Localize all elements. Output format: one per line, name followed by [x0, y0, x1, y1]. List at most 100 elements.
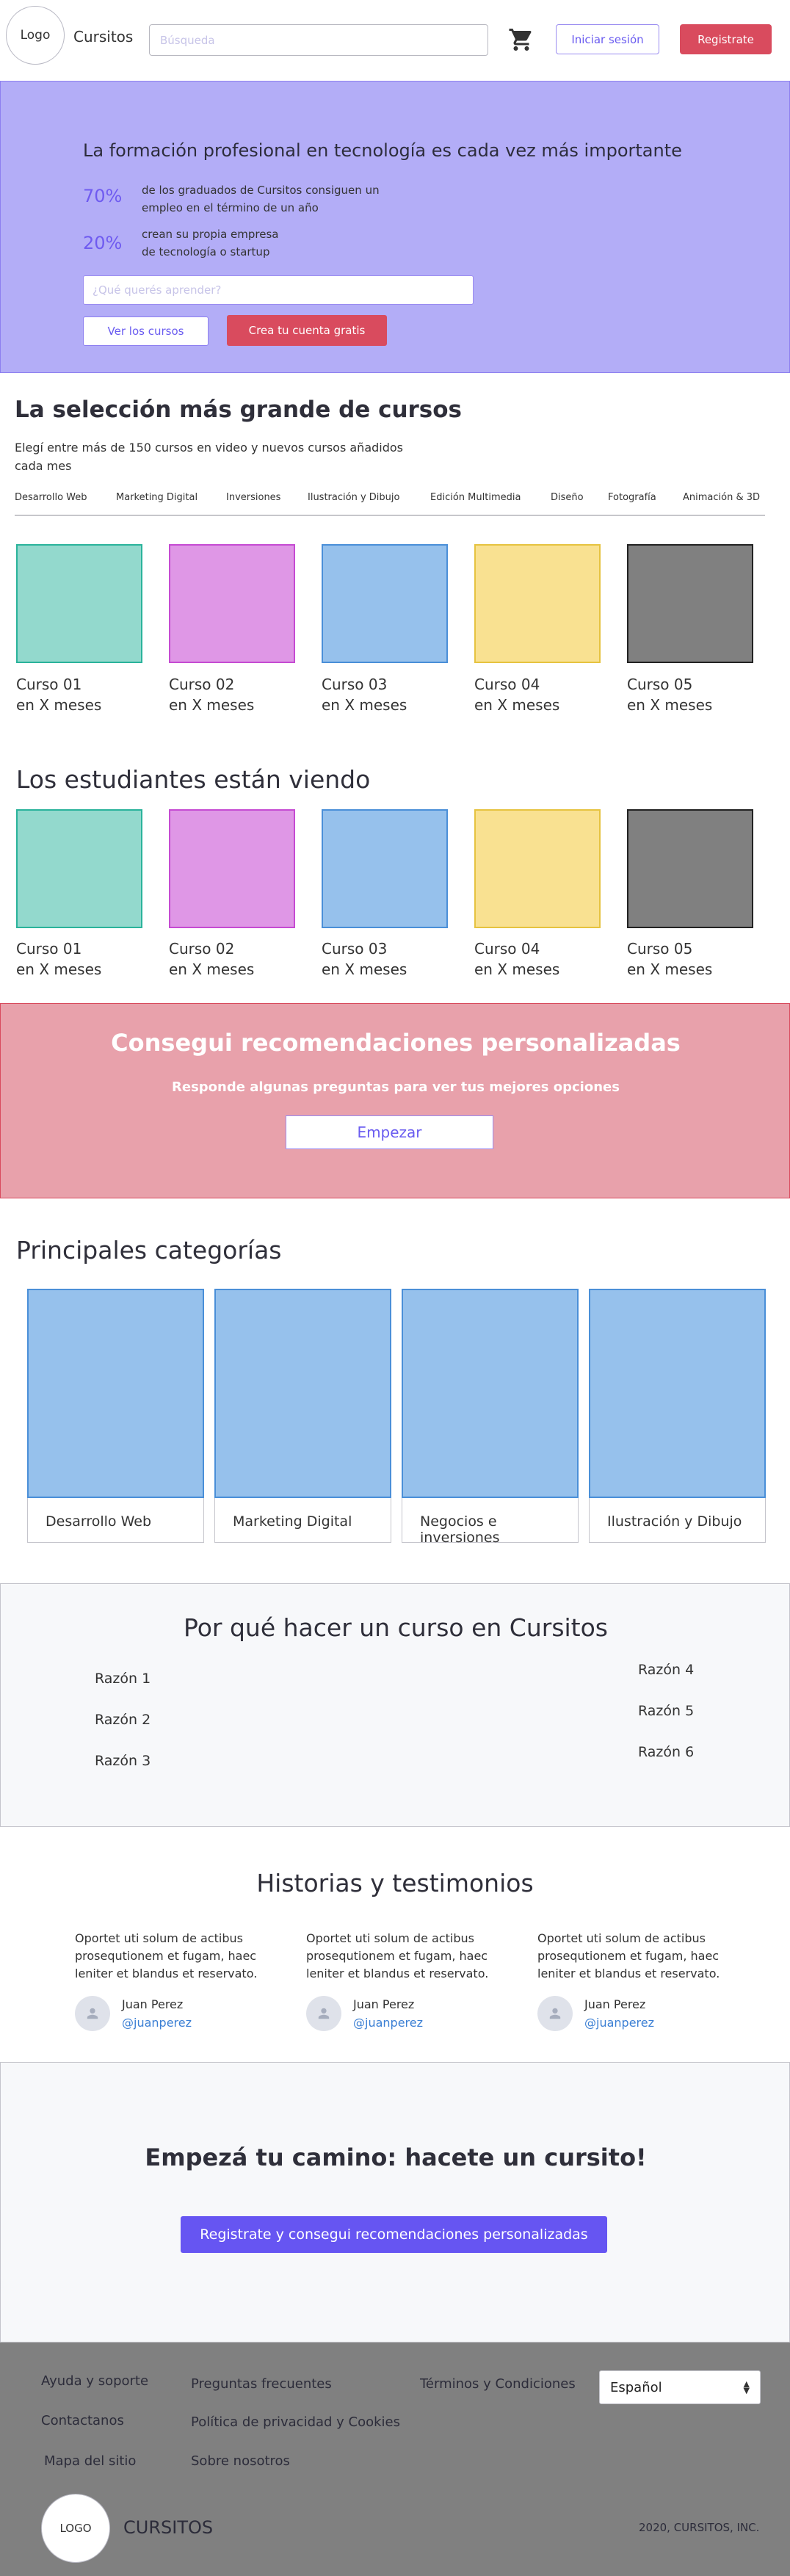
category-label: Negocios e inversiones — [420, 1513, 500, 1546]
reason-item: Razón 5 — [638, 1703, 695, 1719]
stat-value: 70% — [83, 186, 123, 206]
category-label: Marketing Digital — [233, 1513, 352, 1530]
testimonial-handle[interactable]: @juanperez — [353, 2016, 423, 2030]
category-card[interactable]: Ilustración y Dibujo — [589, 1289, 766, 1543]
selection-subtitle: Elegí entre más de 150 cursos en video y… — [15, 441, 403, 473]
footer-link[interactable]: Ayuda y soporte — [41, 2373, 148, 2389]
course-label[interactable]: Curso 05 en X meses — [627, 938, 712, 980]
why-title: Por qué hacer un curso en Cursitos — [184, 1613, 608, 1642]
reason-item: Razón 2 — [95, 1712, 151, 1728]
reason-item: Razón 6 — [638, 1744, 695, 1760]
start-button[interactable]: Empezar — [286, 1115, 493, 1149]
footer-logo[interactable]: LOGO — [41, 2494, 110, 2563]
hero-title: La formación profesional en tecnología e… — [83, 140, 682, 161]
stat-text: de los graduados de Cursitos consiguen u… — [142, 184, 380, 214]
cta-section: Empezá tu camino: hacete un cursito! Reg… — [0, 2062, 790, 2342]
user-icon — [306, 1996, 341, 2031]
tab-ilustracion[interactable]: Ilustración y Dibujo — [308, 492, 399, 503]
course-thumbnail[interactable] — [627, 809, 753, 928]
copyright: 2020, CURSITOS, INC. — [639, 2521, 760, 2534]
course-label[interactable]: Curso 01 en X meses — [16, 938, 101, 980]
footer-link[interactable]: Contactanos — [41, 2413, 124, 2428]
reason-item: Razón 1 — [95, 1671, 151, 1687]
category-card[interactable]: Marketing Digital — [214, 1289, 391, 1543]
footer-link[interactable]: Términos y Condiciones — [420, 2376, 576, 2392]
tab-inversiones[interactable]: Inversiones — [226, 492, 280, 503]
search-input[interactable] — [149, 24, 488, 56]
brand-name[interactable]: Cursitos — [73, 28, 133, 46]
course-label[interactable]: Curso 05 en X meses — [627, 674, 712, 715]
footer-link[interactable]: Política de privacidad y Cookies — [191, 2414, 400, 2430]
category-tabs: Desarrollo Web Marketing Digital Inversi… — [15, 491, 765, 515]
course-label[interactable]: Curso 01 en X meses — [16, 674, 101, 715]
course-thumbnail[interactable] — [169, 544, 295, 663]
testimonial-name: Juan Perez — [584, 1997, 646, 2011]
tab-desarrollo-web[interactable]: Desarrollo Web — [15, 492, 87, 503]
course-thumbnail[interactable] — [627, 544, 753, 663]
testimonial-text: Oportet uti solum de actibus prosequtione… — [537, 1931, 720, 1980]
testimonial-handle[interactable]: @juanperez — [122, 2016, 192, 2030]
hero-section: La formación profesional en tecnología e… — [0, 81, 790, 373]
tab-animacion[interactable]: Animación & 3D — [683, 492, 760, 503]
tab-edicion-multimedia[interactable]: Edición Multimedia — [430, 492, 521, 503]
login-button[interactable]: Iniciar sesión — [556, 24, 659, 54]
course-thumbnail[interactable] — [474, 544, 601, 663]
course-label[interactable]: Curso 04 en X meses — [474, 674, 559, 715]
footer-link[interactable]: Preguntas frecuentes — [191, 2376, 332, 2392]
footer: Ayuda y soporte Contactanos Mapa del sit… — [0, 2342, 790, 2576]
language-select[interactable]: Español ▲ ▼ — [599, 2370, 761, 2404]
course-label[interactable]: Curso 04 en X meses — [474, 938, 559, 980]
create-account-button[interactable]: Crea tu cuenta gratis — [227, 315, 387, 346]
tab-fotografia[interactable]: Fotografía — [608, 492, 656, 503]
cta-title: Empezá tu camino: hacete un cursito! — [145, 2143, 647, 2171]
course-label[interactable]: Curso 02 en X meses — [169, 674, 254, 715]
cart-icon[interactable] — [508, 26, 534, 53]
why-section: Por qué hacer un curso en Cursitos Razón… — [0, 1583, 790, 1827]
user-icon — [537, 1996, 573, 2031]
tab-marketing-digital[interactable]: Marketing Digital — [116, 492, 198, 503]
reason-item: Razón 4 — [638, 1662, 695, 1678]
learn-search-input[interactable] — [83, 275, 474, 305]
selection-title: La selección más grande de cursos — [15, 397, 463, 423]
category-image — [402, 1289, 579, 1498]
stat-text: crean su propia empresa de tecnología o s… — [142, 228, 279, 258]
language-value: Español — [610, 2379, 662, 2395]
category-image — [589, 1289, 766, 1498]
select-arrows-icon: ▲ ▼ — [743, 2379, 750, 2395]
recommend-title: Consegui recomendaciones personalizadas — [111, 1029, 681, 1057]
testimonials-title: Historias y testimonios — [256, 1869, 534, 1897]
footer-brand: CURSITOS — [123, 2517, 214, 2538]
footer-link[interactable]: Sobre nosotros — [191, 2453, 290, 2469]
category-image — [27, 1289, 204, 1498]
stat-value: 20% — [83, 233, 123, 253]
recommend-subtitle: Responde algunas preguntas para ver tus … — [172, 1079, 620, 1095]
course-thumbnail[interactable] — [16, 809, 142, 928]
testimonial-text: Oportet uti solum de actibus prosequtione… — [75, 1931, 258, 1980]
recommend-section: Consegui recomendaciones personalizadas … — [0, 1003, 790, 1198]
course-label[interactable]: Curso 03 en X meses — [322, 938, 407, 980]
course-thumbnail[interactable] — [16, 544, 142, 663]
user-icon — [75, 1996, 110, 2031]
course-label[interactable]: Curso 02 en X meses — [169, 938, 254, 980]
watching-title: Los estudiantes están viendo — [16, 765, 371, 794]
course-thumbnail[interactable] — [322, 544, 448, 663]
testimonial-name: Juan Perez — [122, 1997, 184, 2011]
category-card[interactable]: Desarrollo Web — [27, 1289, 204, 1543]
footer-link[interactable]: Mapa del sitio — [44, 2453, 136, 2469]
register-recommend-button[interactable]: Registrate y consegui recomendaciones pe… — [181, 2216, 607, 2253]
category-image — [214, 1289, 391, 1498]
course-label[interactable]: Curso 03 en X meses — [322, 674, 407, 715]
course-thumbnail[interactable] — [169, 809, 295, 928]
register-button[interactable]: Registrate — [680, 24, 772, 54]
category-label: Ilustración y Dibujo — [607, 1513, 742, 1530]
tab-diseno[interactable]: Diseño — [551, 492, 584, 503]
testimonial-name: Juan Perez — [353, 1997, 415, 2011]
view-courses-button[interactable]: Ver los cursos — [83, 316, 209, 346]
category-card[interactable]: Negocios e inversiones — [402, 1289, 579, 1546]
course-thumbnail[interactable] — [474, 809, 601, 928]
course-thumbnail[interactable] — [322, 809, 448, 928]
testimonial-handle[interactable]: @juanperez — [584, 2016, 654, 2030]
categories-title: Principales categorías — [16, 1236, 282, 1265]
logo[interactable]: Logo — [6, 6, 65, 65]
testimonial-text: Oportet uti solum de actibus prosequtione… — [306, 1931, 489, 1980]
